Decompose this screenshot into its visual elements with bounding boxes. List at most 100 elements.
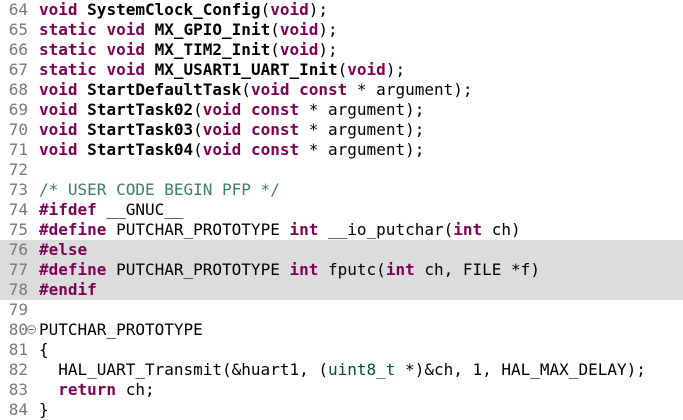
code-line[interactable]: 77 #define PUTCHAR_PROTOTYPE int fputc(in… (0, 260, 683, 280)
code-token: /* USER CODE BEGIN PFP */ (39, 180, 280, 199)
code-token: PUTCHAR_PROTOTYPE (39, 320, 203, 339)
line-number: 72 (8, 160, 28, 179)
code-token: ); (308, 0, 328, 19)
code-token: void (106, 20, 145, 39)
line-number: 76 (8, 240, 28, 259)
code-token: const (250, 140, 300, 159)
code-line[interactable]: 70 void StartTask03(void const * argument… (0, 120, 683, 140)
code-token: ( (270, 20, 280, 39)
code-line[interactable]: 79 (0, 300, 683, 320)
code-line[interactable]: 73 /* USER CODE BEGIN PFP */ (0, 180, 683, 200)
code-line[interactable]: 83 return ch; (0, 380, 683, 400)
code-token: { (39, 340, 49, 359)
code-editor[interactable]: 64 void SystemClock_Config(void); 65 static… (0, 0, 683, 419)
code-token: ch) (482, 220, 521, 239)
code-token: #ifdef (39, 200, 97, 219)
fold-collapse-icon[interactable] (27, 325, 36, 334)
line-number: 69 (8, 100, 28, 119)
line-number: 71 (8, 140, 28, 159)
code-token: void (39, 80, 78, 99)
line-number: 65 (8, 20, 28, 39)
code-token: void (39, 100, 78, 119)
code-token: int (385, 260, 415, 279)
code-text: { (39, 340, 49, 360)
code-line[interactable]: 81 { (0, 340, 683, 360)
code-token: const (250, 100, 300, 119)
code-text: static void MX_USART1_UART_Init(void); (39, 60, 405, 80)
line-number: 64 (8, 0, 28, 19)
code-token: MX_USART1_UART_Init (154, 60, 338, 79)
code-token: ( (193, 100, 203, 119)
line-number: 79 (8, 300, 28, 319)
code-token: __io_putchar( (318, 220, 454, 239)
code-line[interactable]: 71 void StartTask04(void const * argument… (0, 140, 683, 160)
code-token: static (39, 20, 97, 39)
code-token: ); (318, 40, 338, 59)
code-token: const (250, 120, 300, 139)
code-token: HAL_UART_Transmit(&huart1, ( (39, 360, 328, 379)
code-text: void StartTask03(void const * argument); (39, 120, 424, 140)
code-token: #define (39, 220, 107, 239)
code-line[interactable]: 66 static void MX_TIM2_Init(void); (0, 40, 683, 60)
line-number: 73 (8, 180, 28, 199)
code-line[interactable]: 65 static void MX_GPIO_Init(void); (0, 20, 683, 40)
code-token: StartTask02 (87, 100, 194, 119)
code-token: static (39, 40, 97, 59)
code-text: #else (39, 240, 87, 260)
code-token: void (106, 60, 145, 79)
code-text: void StartTask04(void const * argument); (39, 140, 424, 160)
code-line[interactable]: 82 HAL_UART_Transmit(&huart1, (uint8_t *… (0, 360, 683, 380)
code-token: void (202, 120, 242, 139)
code-token: ( (193, 140, 203, 159)
code-token: void (250, 80, 290, 99)
code-line[interactable]: 76 #else (0, 240, 683, 260)
code-token: SystemClock_Config (87, 0, 261, 19)
code-text: void SystemClock_Config(void); (39, 0, 328, 20)
code-token: void (279, 20, 319, 39)
code-token: ch, FILE *f) (414, 260, 540, 279)
code-line[interactable]: 75 #define PUTCHAR_PROTOTYPE int __io_put… (0, 220, 683, 240)
code-token: const (299, 80, 348, 99)
code-token: fputc( (318, 260, 386, 279)
line-number: 77 (8, 260, 28, 279)
code-token: void (202, 100, 242, 119)
line-number: 81 (8, 340, 28, 359)
code-token: #endif (39, 280, 97, 299)
code-line[interactable]: 74 #ifdef __GNUC__ (0, 200, 683, 220)
code-token: void (202, 140, 242, 159)
code-token: uint8_t (327, 360, 396, 379)
line-number: 70 (8, 120, 28, 139)
line-number: 84 (8, 400, 28, 419)
code-token: ( (270, 40, 280, 59)
code-line[interactable]: 72 (0, 160, 683, 180)
code-text: } (39, 400, 49, 420)
code-line[interactable]: 69 void StartTask02(void const * argument… (0, 100, 683, 120)
code-line[interactable]: 64 void SystemClock_Config(void); (0, 0, 683, 20)
code-text: #define PUTCHAR_PROTOTYPE int __io_putch… (39, 220, 521, 240)
code-token: * argument); (299, 140, 425, 159)
code-token: #else (39, 240, 88, 259)
code-text: static void MX_TIM2_Init(void); (39, 40, 338, 60)
code-token: void (39, 0, 78, 19)
line-number: 80 (8, 320, 28, 339)
code-line[interactable]: 67 static void MX_USART1_UART_Init(void); (0, 60, 683, 80)
code-line[interactable]: 68 void StartDefaultTask(void const * arg… (0, 80, 683, 100)
code-token: ( (260, 0, 271, 19)
code-token: StartTask04 (87, 140, 194, 159)
code-line[interactable]: 84} (0, 400, 683, 420)
code-line[interactable]: 80 PUTCHAR_PROTOTYPE (0, 320, 683, 340)
code-line[interactable]: 78 #endif (0, 280, 683, 300)
